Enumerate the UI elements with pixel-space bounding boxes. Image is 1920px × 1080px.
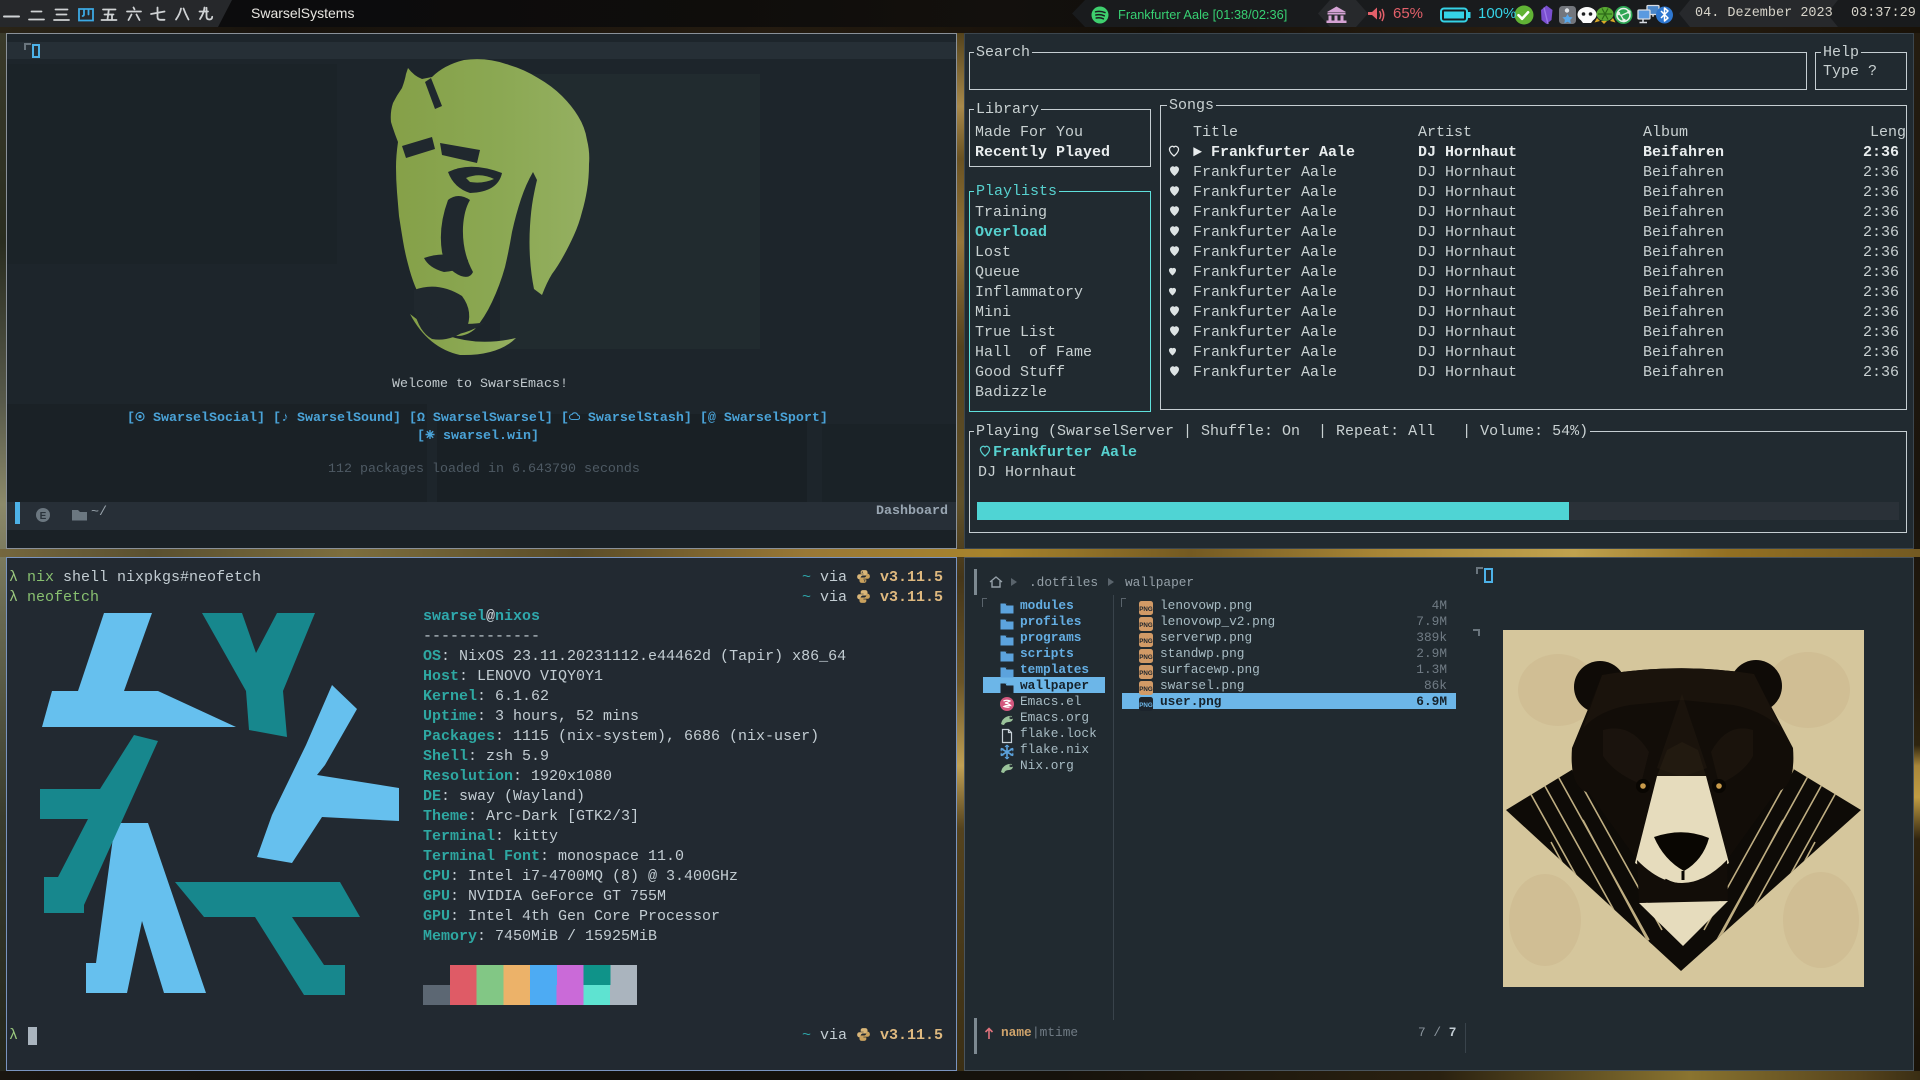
svg-text:E: E [40, 511, 47, 522]
svg-text:PNG: PNG [1139, 670, 1153, 677]
svg-text:PNG: PNG [1139, 606, 1153, 613]
svg-text:PNG: PNG [1139, 702, 1153, 709]
svg-text:PNG: PNG [1139, 622, 1153, 629]
svg-text:PNG: PNG [1139, 686, 1153, 693]
svg-text:PNG: PNG [1139, 654, 1153, 661]
svg-text:PNG: PNG [1139, 638, 1153, 645]
